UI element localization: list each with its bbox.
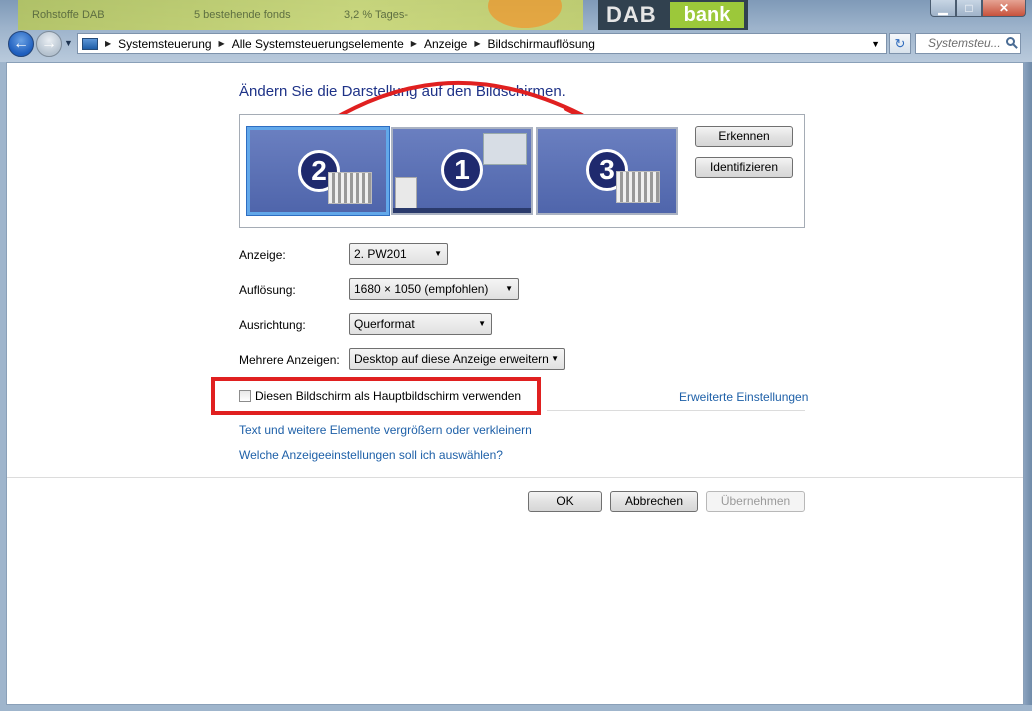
resolution-select-value: 1680 × 1050 (empfohlen) (354, 282, 489, 296)
forward-button[interactable]: → (36, 31, 62, 57)
control-panel-icon (82, 37, 98, 50)
chevron-down-icon: ▼ (478, 319, 486, 328)
logo-text: bank (670, 2, 744, 28)
window-thumbnail-icon (616, 171, 660, 203)
multiple-displays-label: Mehrere Anzeigen: (239, 353, 340, 367)
banner-badge (488, 0, 562, 28)
divider (547, 410, 805, 411)
resolution-label: Auflösung: (239, 283, 296, 297)
window-thumbnail-icon (328, 172, 372, 204)
chevron-right-icon[interactable]: ▶ (105, 39, 111, 48)
identify-button[interactable]: Identifizieren (695, 157, 793, 178)
resolution-select[interactable]: 1680 × 1050 (empfohlen) ▼ (349, 278, 519, 300)
breadcrumb-item[interactable]: Systemsteuerung (118, 37, 211, 51)
cancel-button[interactable]: Abbrechen (610, 491, 698, 512)
search-icon (1006, 37, 1015, 46)
display-settings-help-link[interactable]: Welche Anzeigeeinstellungen soll ich aus… (239, 448, 503, 462)
monitor-1[interactable]: 1 (391, 127, 533, 215)
window-thumbnail-icon (395, 177, 417, 209)
monitor-number: 1 (441, 149, 483, 191)
chevron-right-icon[interactable]: ▶ (219, 39, 225, 48)
breadcrumb-label[interactable]: Anzeige (424, 37, 467, 51)
chevron-down-icon: ▼ (551, 354, 559, 363)
orientation-select-value: Querformat (354, 317, 415, 331)
back-button[interactable]: ← (8, 31, 34, 57)
monitor-3[interactable]: 3 (536, 127, 678, 215)
recent-pages-dropdown[interactable]: ▼ (64, 38, 73, 48)
minimize-button[interactable]: ▁ (930, 0, 956, 17)
apply-button[interactable]: Übernehmen (706, 491, 805, 512)
search-placeholder: Systemsteu... (928, 36, 1001, 50)
breadcrumb-label[interactable]: Alle Systemsteuerungselemente (232, 37, 404, 51)
ok-button[interactable]: OK (528, 491, 602, 512)
banner-text: Rohstoffe DAB (32, 9, 105, 21)
refresh-button[interactable]: ↻ (889, 33, 911, 54)
logo-text: DAB (606, 2, 657, 27)
chevron-right-icon[interactable]: ▶ (411, 39, 417, 48)
orientation-select[interactable]: Querformat ▼ (349, 313, 492, 335)
banner-text: 3,2 % Tages- (344, 9, 409, 21)
annotation-highlight (211, 377, 541, 415)
footer-divider (7, 477, 1023, 478)
maximize-button[interactable]: □ (956, 0, 982, 17)
close-button[interactable]: ✕ (982, 0, 1026, 17)
window-thumbnail-icon (483, 133, 527, 165)
search-input[interactable]: Systemsteu... (915, 33, 1021, 54)
caption-buttons: ▁ □ ✕ (930, 0, 1026, 18)
breadcrumb-item[interactable]: Anzeige (424, 37, 467, 51)
window-border-bottom (0, 705, 1032, 711)
text-size-link[interactable]: Text und weitere Elemente vergrößern ode… (239, 423, 532, 437)
chevron-down-icon: ▼ (505, 284, 513, 293)
banner-text: 5 bestehende fonds (194, 9, 291, 21)
orientation-label: Ausrichtung: (239, 318, 306, 332)
arrow-right-icon: → (41, 35, 57, 52)
breadcrumb-label[interactable]: Systemsteuerung (118, 37, 211, 51)
chevron-down-icon: ▼ (434, 249, 442, 258)
content-panel: Ändern Sie die Darstellung auf den Bilds… (6, 62, 1024, 705)
monitor-2[interactable]: 2 (247, 127, 389, 215)
address-bar[interactable]: ▶ Systemsteuerung ▶ Alle Systemsteuerung… (77, 33, 887, 54)
chevron-right-icon[interactable]: ▶ (474, 39, 480, 48)
background-banner: Rohstoffe DAB 5 bestehende fonds 3,2 % T… (18, 0, 583, 30)
breadcrumb-label[interactable]: Bildschirmauflösung (487, 37, 594, 51)
multiple-displays-select[interactable]: Desktop auf diese Anzeige erweitern ▼ (349, 348, 565, 370)
background-logo: DAB bank (598, 0, 748, 30)
taskbar-thumbnail (393, 208, 531, 213)
window-border-right (1024, 62, 1032, 711)
display-select[interactable]: 2. PW201 ▼ (349, 243, 448, 265)
breadcrumb-item[interactable]: Bildschirmauflösung (487, 37, 594, 51)
display-label: Anzeige: (239, 248, 286, 262)
arrow-left-icon: ← (13, 35, 29, 52)
display-select-value: 2. PW201 (354, 247, 407, 261)
chevron-down-icon[interactable]: ▼ (871, 39, 880, 49)
monitor-arrangement: 2 1 3 Erkennen Identifizieren (239, 114, 805, 228)
detect-button[interactable]: Erkennen (695, 126, 793, 147)
refresh-icon: ↻ (894, 35, 906, 51)
multiple-displays-select-value: Desktop auf diese Anzeige erweitern (354, 352, 549, 366)
breadcrumb-item[interactable]: Alle Systemsteuerungselemente (232, 37, 404, 51)
advanced-settings-link[interactable]: Erweiterte Einstellungen (679, 390, 808, 404)
